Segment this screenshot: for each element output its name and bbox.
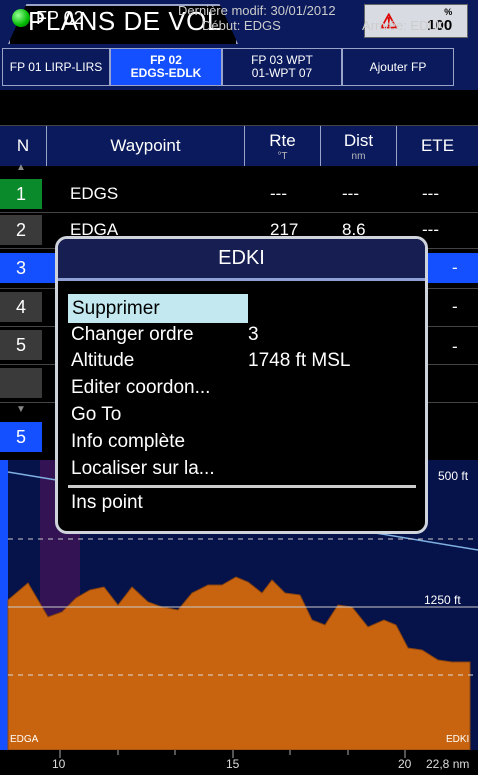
row-number[interactable]: 2 (0, 215, 42, 245)
flight-plan-tabs: FP 01 LIRP-LIRS FP 02 EDGS-EDLK FP 03 WPT… (0, 44, 478, 90)
waypoint-context-menu: EDKI Supprimer Changer ordre 3 Altitude … (55, 236, 428, 534)
row-waypoint[interactable]: EDGS (70, 179, 118, 209)
row-number[interactable]: 1 (0, 179, 42, 209)
menu-change-order[interactable]: Changer ordre (71, 324, 194, 346)
col-ete: ETE (396, 126, 478, 166)
popup-title: EDKI (58, 239, 425, 281)
menu-full-info[interactable]: Info complète (71, 431, 185, 453)
altitude-label-mid: 1250 ft (424, 593, 461, 607)
scroll-up-icon[interactable]: ▲ (16, 162, 26, 173)
row-number[interactable]: 3 (0, 253, 42, 283)
row-number-empty[interactable] (0, 368, 42, 398)
axis-label: 20 (398, 757, 412, 771)
menu-locate-map[interactable]: Localiser sur la... (71, 458, 215, 480)
row-number[interactable]: 4 (0, 292, 42, 322)
tab-fp03[interactable]: FP 03 WPT 01-WPT 07 (222, 48, 342, 86)
column-header: N Waypoint Rte °T Dist nm ETE (0, 126, 478, 166)
axis-label: 22,8 nm (426, 757, 470, 771)
fp-arrival: Arrivée: EDLK (362, 18, 445, 33)
axis-label: 15 (226, 757, 240, 771)
col-n: N (16, 136, 30, 155)
add-fp-tab[interactable]: Ajouter FP (342, 48, 454, 86)
col-dist: Dist nm (320, 126, 396, 166)
row-ete: - (452, 258, 458, 277)
row-number[interactable]: 5 (0, 422, 42, 452)
menu-altitude[interactable]: Altitude (71, 350, 134, 372)
axis-label: 10 (52, 757, 66, 771)
col-rte: Rte °T (244, 126, 320, 166)
fp-header (0, 90, 478, 126)
row-divider (0, 212, 478, 213)
menu-change-order-value: 3 (248, 324, 259, 345)
profile-end-label: EDKI (446, 734, 469, 745)
row-ete: - (452, 337, 458, 356)
row-number[interactable]: 5 (0, 330, 42, 360)
menu-insert-point[interactable]: Ins point (71, 492, 143, 514)
tab-fp02[interactable]: FP 02 EDGS-EDLK (110, 48, 222, 86)
menu-go-to[interactable]: Go To (71, 404, 121, 426)
menu-edit-coords[interactable]: Editer coordon... (71, 377, 210, 399)
active-status-led-icon (12, 9, 30, 27)
menu-divider (68, 485, 416, 488)
menu-delete[interactable]: Supprimer (68, 294, 248, 323)
fp-name: FP 02 (36, 8, 84, 28)
tab-fp01[interactable]: FP 01 LIRP-LIRS (2, 48, 110, 86)
distance-axis: 10 15 20 22,8 nm (0, 750, 478, 775)
profile-left-bar (0, 460, 8, 750)
row-ete: --- (422, 184, 439, 203)
row-rte: --- (270, 184, 287, 203)
profile-start-label: EDGA (10, 734, 39, 745)
fp-start: Début: EDGS (202, 18, 281, 33)
menu-altitude-value: 1748 ft MSL (248, 350, 351, 371)
fp-last-modified: Dernière modif: 30/01/2012 (178, 3, 336, 18)
row-ete: - (452, 297, 458, 316)
altitude-label-top: 500 ft (438, 469, 469, 483)
row-dist: --- (342, 184, 359, 203)
col-waypoint: Waypoint (46, 126, 244, 166)
scroll-down-icon[interactable]: ▼ (16, 404, 26, 415)
